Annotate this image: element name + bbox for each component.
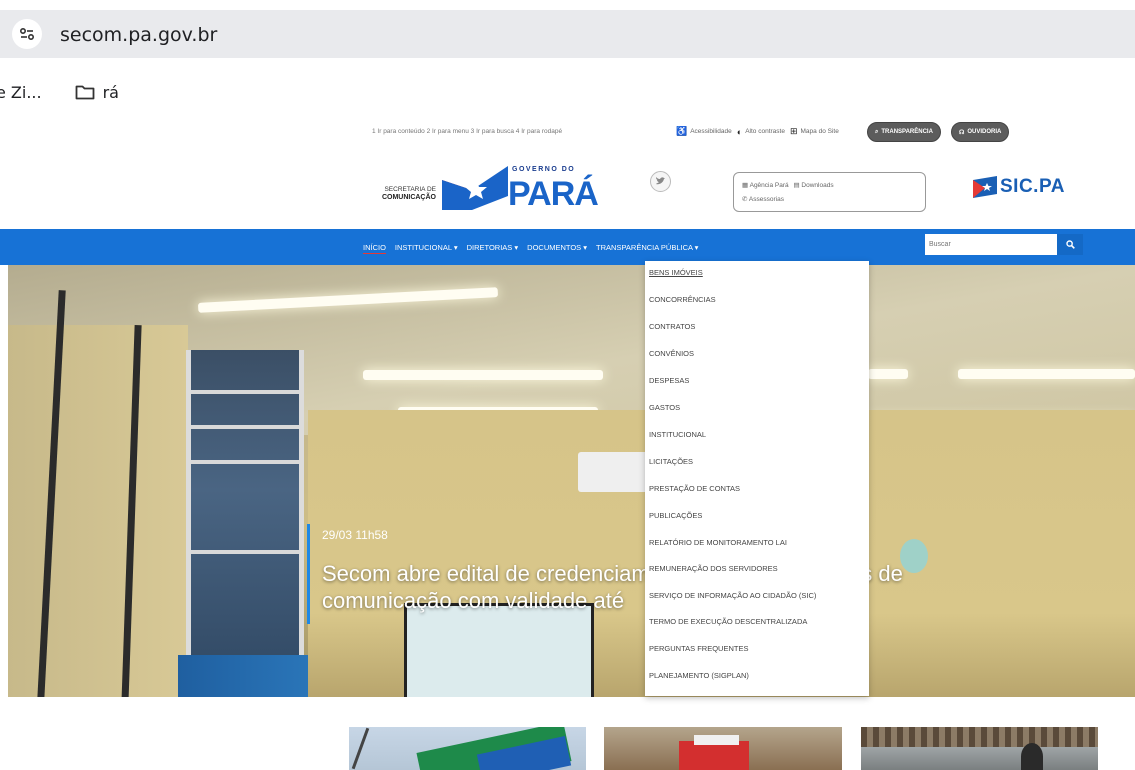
accessibility-link[interactable]: Acessibilidade [690, 128, 732, 135]
sitemap-icon: ⊞ [789, 126, 798, 136]
browser-window: secom.pa.gov.br e Zi... rá 1 Ir para con… [0, 0, 1135, 770]
secretaria-line1: SECRETARIA DE [384, 186, 436, 193]
dropdown-item-planejamento[interactable]: PLANEJAMENTO (SIGPLAN) [649, 671, 749, 680]
bookmark-label: e Zi... [0, 82, 42, 102]
ouvidoria-label: OUVIDORIA [967, 129, 1002, 135]
nav-menu: INÍCIO INSTITUCIONAL ▾ DIRETORIAS ▾ DOCU… [363, 243, 707, 254]
dropdown-item-concorrencias[interactable]: CONCORRÊNCIAS [649, 295, 716, 304]
contrast-link[interactable]: Alto contraste [745, 128, 785, 135]
dropdown-item-bens-imoveis[interactable]: BENS IMÓVEIS [649, 268, 703, 277]
bookmark-item[interactable]: e Zi... [0, 83, 42, 102]
transparencia-label: TRANSPARÊNCIA [881, 129, 933, 135]
hero-bg-window-bar [191, 550, 299, 554]
transparencia-button[interactable]: ⌕ TRANSPARÊNCIA [867, 122, 941, 142]
folder-icon [75, 85, 94, 100]
hero-bg-window-bar [191, 460, 299, 464]
dropdown-item-despesas[interactable]: DESPESAS [649, 376, 689, 385]
para-logo-text[interactable]: PARÁ [508, 175, 599, 214]
hero-bg-window-bar [191, 390, 299, 394]
accessibility-links: ♿ Acessibilidade ◐ Alto contraste ⊞ Mapa… [676, 126, 839, 137]
secretaria-line2: COMUNICAÇÃO [381, 194, 436, 201]
hero-bg-ac-unit [578, 452, 653, 492]
transparencia-dropdown-menu: BENS IMÓVEIS CONCORRÊNCIAS CONTRATOS CON… [645, 261, 869, 696]
site-info-icon[interactable] [12, 19, 42, 49]
sicpa-flag-icon [973, 176, 997, 198]
news-card-thumbnail[interactable] [604, 727, 842, 770]
governo-do-text: GOVERNO DO [512, 166, 576, 173]
news-card-thumbnail[interactable] [349, 727, 586, 770]
assessorias-link[interactable]: Assessorias [749, 196, 784, 203]
card-bg-shelves [861, 727, 1098, 747]
card-bg-sign [694, 735, 739, 745]
agencia-link[interactable]: Agência Pará [750, 182, 789, 189]
dropdown-item-relatorio-lai[interactable]: RELATÓRIO DE MONITORAMENTO LAI [649, 538, 787, 547]
ouvidoria-button[interactable]: ☊ OUVIDORIA [951, 122, 1010, 142]
dropdown-item-remuneracao[interactable]: REMUNERAÇÃO DOS SERVIDORES [649, 564, 778, 573]
phone-icon: ✆ [742, 196, 748, 203]
nav-item-documentos[interactable]: DOCUMENTOS ▾ [527, 243, 587, 254]
search-button[interactable] [1057, 234, 1083, 255]
hero-date: 29/03 11h58 [322, 528, 388, 542]
nav-item-institucional[interactable]: INSTITUCIONAL ▾ [395, 243, 458, 254]
sicpa-text: SIC.PA [1000, 176, 1065, 197]
ear-icon: ☊ [959, 129, 965, 136]
quick-links-row2: ✆ Assessorias [742, 195, 784, 203]
sicpa-logo[interactable]: SIC.PA [973, 176, 1065, 198]
dropdown-item-perguntas-frequentes[interactable]: PERGUNTAS FREQUENTES [649, 644, 748, 653]
card-bg-person [1021, 743, 1043, 770]
logo-row: SECRETARIA DE COMUNICAÇÃO GOVERNO DO PAR… [0, 160, 1135, 220]
card-bg-shape [679, 741, 749, 770]
downloads-link[interactable]: Downloads [801, 182, 833, 189]
dropdown-item-publicacoes[interactable]: PUBLICAÇÕES [649, 511, 702, 520]
nav-item-inicio[interactable]: INÍCIO [363, 243, 386, 254]
hero-bg-lamp [363, 370, 603, 380]
address-bar[interactable]: secom.pa.gov.br [0, 10, 1135, 58]
main-nav-bar: INÍCIO INSTITUCIONAL ▾ DIRETORIAS ▾ DOCU… [0, 229, 1135, 265]
search-input[interactable] [925, 234, 1057, 255]
accessibility-icon: ♿ [676, 126, 688, 136]
secretaria-logo-text[interactable]: SECRETARIA DE COMUNICAÇÃO [372, 186, 436, 202]
nav-item-transparencia-publica[interactable]: TRANSPARÊNCIA PÚBLICA ▾ [596, 243, 698, 254]
download-icon: ▤ [793, 182, 800, 189]
dropdown-item-institucional[interactable]: INSTITUCIONAL [649, 430, 706, 439]
news-card-thumbnail[interactable] [861, 727, 1098, 770]
search-icon [1065, 240, 1075, 249]
quick-links-row1: ▦ Agência Pará ▤ Downloads [742, 181, 834, 189]
hero-bg-screen [404, 603, 594, 697]
bookmark-label: rá [102, 82, 119, 102]
news-icon: ▦ [742, 182, 749, 189]
hero-bg-lamp [868, 369, 908, 379]
nav-item-diretorias[interactable]: DIRETORIAS ▾ [467, 243, 519, 254]
bookmarks-bar: e Zi... rá [0, 78, 119, 106]
hero-bg-lamp [958, 369, 1135, 379]
skip-links[interactable]: 1 Ir para conteúdo 2 Ir para menu 3 Ir p… [372, 128, 562, 135]
url-text[interactable]: secom.pa.gov.br [60, 24, 217, 46]
hero-bg-window-bar [191, 425, 299, 429]
quick-links-box: ▦ Agência Pará ▤ Downloads ✆ Assessorias [733, 172, 926, 212]
top-utility-strip: 1 Ir para conteúdo 2 Ir para menu 3 Ir p… [0, 118, 1135, 148]
hero-bg-wall [8, 325, 188, 697]
card-bg-pole [351, 727, 370, 770]
dropdown-item-convenios[interactable]: CONVÊNIOS [649, 349, 694, 358]
dropdown-item-gastos[interactable]: GASTOS [649, 403, 680, 412]
twitter-icon[interactable] [650, 171, 671, 192]
dropdown-item-sic[interactable]: SERVIÇO DE INFORMAÇÃO AO CIDADÃO (SIC) [649, 591, 816, 600]
hero-carousel-image[interactable] [8, 265, 1135, 697]
dropdown-item-licitacoes[interactable]: LICITAÇÕES [649, 457, 693, 466]
dropdown-item-termo-execucao[interactable]: TERMO DE EXECUÇÃO DESCENTRALIZADA [649, 617, 807, 626]
sitemap-link[interactable]: Mapa do Site [801, 128, 839, 135]
dropdown-item-prestacao-de-contas[interactable]: PRESTAÇÃO DE CONTAS [649, 484, 740, 493]
search-icon: ⌕ [875, 128, 879, 135]
para-flag-logo[interactable] [442, 166, 508, 210]
hero-bg-window [186, 350, 304, 697]
dropdown-item-contratos[interactable]: CONTRATOS [649, 322, 695, 331]
hero-bg-banner [178, 655, 308, 697]
hero-accent-bar [307, 524, 310, 624]
contrast-icon: ◐ [736, 126, 743, 137]
bookmark-folder[interactable]: rá [75, 83, 119, 102]
